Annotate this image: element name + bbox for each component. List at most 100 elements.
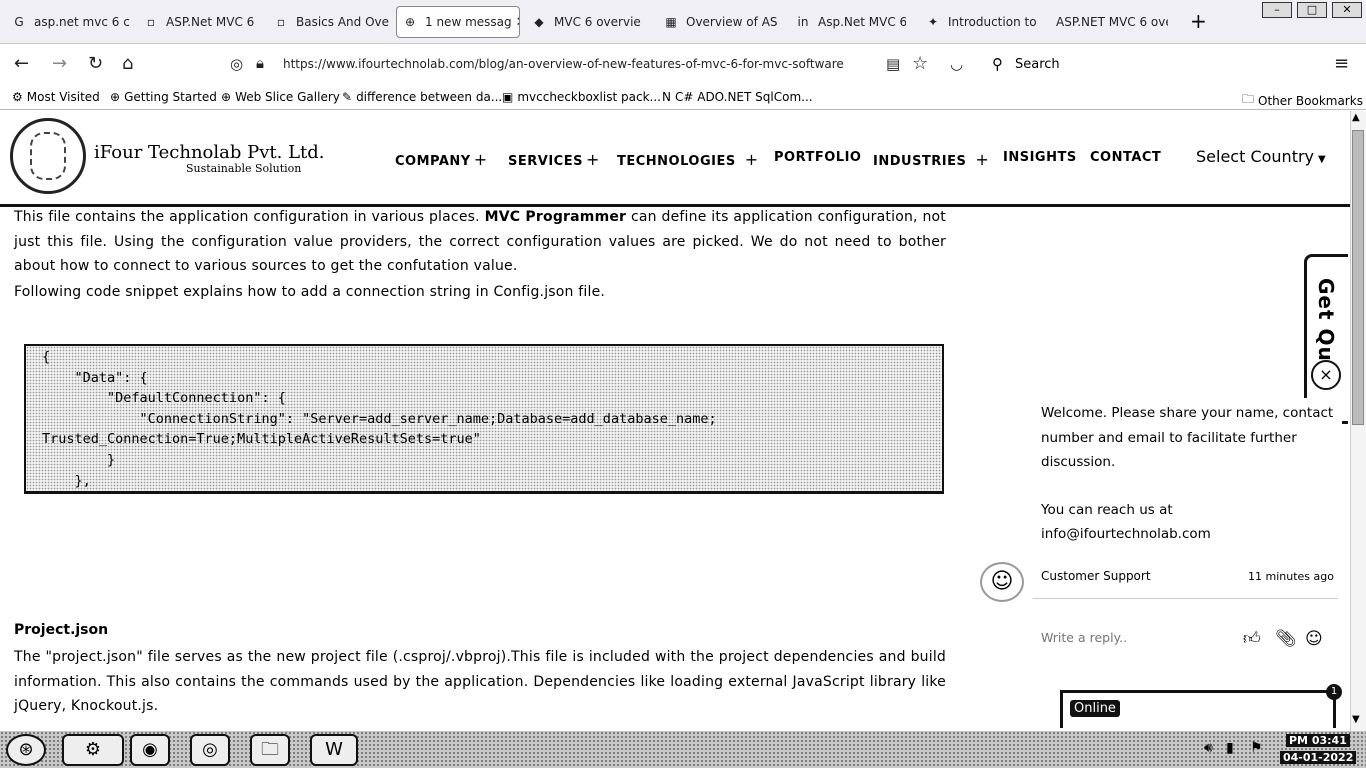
browser-tab[interactable]: ASP.NET MVC 6 ove bbox=[1056, 6, 1168, 38]
paperclip-icon[interactable]: 📎︎ bbox=[1275, 628, 1297, 650]
other-bookmarks[interactable]: 🗀︎ Other Bookmarks bbox=[1242, 90, 1363, 111]
forward-arrow-icon[interactable]: → bbox=[52, 53, 67, 75]
maximize-window-icon[interactable]: □ bbox=[1297, 2, 1327, 18]
menu-icon[interactable]: ≡ bbox=[1334, 53, 1349, 75]
home-icon[interactable]: ⌂ bbox=[122, 53, 133, 75]
plus-icon: + bbox=[975, 150, 990, 169]
linkedin-icon: in bbox=[797, 15, 809, 29]
tab-title: Overview of AS bbox=[686, 15, 778, 29]
support-avatar: ☺ bbox=[980, 562, 1024, 602]
country-select[interactable]: Select Country ▼ bbox=[1196, 147, 1326, 166]
nav-technologies[interactable]: TECHNOLOGIES + bbox=[617, 150, 759, 169]
taskbar-files-icon[interactable]: 🗀︎ bbox=[250, 734, 290, 766]
bookmark-label: Most Visited bbox=[26, 90, 100, 104]
action-center-icon[interactable]: ⚑ bbox=[1250, 740, 1263, 756]
gear-icon: ⚙ bbox=[12, 90, 23, 104]
google-icon: G bbox=[14, 15, 24, 29]
nav-contact[interactable]: CONTACT bbox=[1090, 150, 1161, 165]
nav-label: COMPANY bbox=[395, 154, 471, 169]
nav-industries[interactable]: INDUSTRIES + bbox=[873, 150, 989, 169]
bookmark-label: Web Slice Gallery bbox=[235, 90, 340, 104]
thumbs-up-icon[interactable]: 👍︎ bbox=[1243, 628, 1261, 650]
close-icon[interactable]: × bbox=[1311, 360, 1341, 390]
search-box[interactable]: Search bbox=[1015, 57, 1060, 72]
chat-message-line: discussion. bbox=[1041, 454, 1116, 470]
plus-icon: + bbox=[744, 150, 759, 169]
browser-tab-active[interactable]: ⊕ 1 new messag ✕ bbox=[396, 6, 520, 38]
browser-tab[interactable]: ▦ Overview of AS bbox=[664, 6, 778, 38]
minimize-window-icon[interactable]: – bbox=[1262, 2, 1292, 18]
nav-company[interactable]: COMPANY + bbox=[395, 150, 488, 169]
bookmark-label: C# ADO.NET SqlCom... bbox=[674, 90, 813, 104]
nav-label: PORTFOLIO bbox=[774, 150, 862, 165]
nav-label: SERVICES bbox=[508, 154, 583, 169]
site-icon: ▦ bbox=[665, 15, 677, 29]
text-span: This file contains the application confi… bbox=[14, 209, 485, 225]
bookmark-mvccheckboxlist[interactable]: ▣ mvccheckboxlist pack... bbox=[502, 90, 661, 104]
tab-title: 1 new messag bbox=[425, 15, 512, 29]
tab-title: Basics And Ove bbox=[296, 15, 390, 29]
browser-tab[interactable]: ▫ Basics And Ove bbox=[274, 6, 392, 38]
brand-name[interactable]: iFour Technolab Pvt. Ltd. bbox=[94, 142, 325, 163]
browser-tab[interactable]: in Asp.Net MVC 6 bbox=[796, 6, 906, 38]
bookmark-web-slice-gallery[interactable]: ⊕ Web Slice Gallery bbox=[221, 90, 340, 104]
scroll-up-icon[interactable]: ▲ bbox=[1352, 112, 1360, 123]
taskbar-explorer-icon[interactable]: ⚙ bbox=[62, 734, 124, 766]
browser-tab[interactable]: ◆ MVC 6 overvie bbox=[532, 6, 644, 38]
address-bar[interactable]: https://www.ifourtechnolab.com/blog/an-o… bbox=[283, 57, 863, 71]
bookmark-label: mvccheckboxlist pack... bbox=[517, 90, 661, 104]
reply-input[interactable] bbox=[1041, 630, 1231, 645]
nav-services[interactable]: SERVICES + bbox=[508, 150, 600, 169]
site-icon: ◆ bbox=[534, 15, 544, 29]
browser-tab[interactable]: ▫ ASP.Net MVC 6 bbox=[144, 6, 264, 38]
taskbar-chrome-icon[interactable]: ◎ bbox=[190, 734, 230, 766]
bookmark-csharp-ado[interactable]: N C# ADO.NET SqlCom... bbox=[662, 90, 813, 104]
battery-icon[interactable]: ▮ bbox=[1226, 740, 1234, 756]
code-line: }, bbox=[42, 473, 91, 489]
bookmark-getting-started[interactable]: ⊕ Getting Started bbox=[110, 90, 217, 104]
taskbar-clock-date[interactable]: 04-01-2022 bbox=[1280, 751, 1357, 764]
mvc-programmer-link[interactable]: MVC Programmer bbox=[485, 209, 627, 225]
globe-icon: ⊕ bbox=[221, 90, 232, 104]
bookmark-label: Getting Started bbox=[124, 90, 217, 104]
taskbar-firefox-icon[interactable]: ◉ bbox=[130, 734, 170, 766]
chat-site-icon: ⊕ bbox=[404, 15, 416, 29]
taskbar-clock-time[interactable]: PM 03:41 bbox=[1286, 734, 1350, 747]
lock-icon[interactable]: 🔒︎ bbox=[256, 52, 264, 74]
scrollbar-thumb[interactable] bbox=[1352, 130, 1364, 425]
reader-view-icon[interactable]: ▤ bbox=[886, 53, 900, 75]
bookmark-most-visited[interactable]: ⚙ Most Visited bbox=[12, 90, 100, 104]
close-window-icon[interactable]: ✕ bbox=[1332, 2, 1362, 18]
back-arrow-icon[interactable]: ← bbox=[14, 53, 29, 75]
bookmark-difference[interactable]: ✎ difference between da... bbox=[342, 90, 502, 104]
shield-icon[interactable]: ◎ bbox=[230, 53, 243, 75]
project-json-paragraph: The "project.json" file serves as the ne… bbox=[14, 649, 946, 714]
volume-icon[interactable]: 🔊︎ bbox=[1204, 740, 1213, 756]
brand-tagline: Sustainable Solution bbox=[186, 162, 302, 175]
browser-tab[interactable]: ✦ Introduction to bbox=[926, 6, 1036, 38]
bookmark-star-icon[interactable]: ☆ bbox=[912, 53, 928, 75]
emoji-icon[interactable]: ☺ bbox=[1305, 628, 1323, 650]
browser-tab[interactable]: G asp.net mvc 6 c bbox=[12, 6, 134, 38]
scroll-down-icon[interactable]: ▼ bbox=[1352, 714, 1360, 725]
message-timestamp: 11 minutes ago bbox=[1248, 570, 1334, 583]
taskbar-word-icon[interactable]: W bbox=[310, 734, 358, 766]
chat-email-link[interactable]: info@ifourtechnolab.com bbox=[1041, 522, 1211, 547]
search-icon[interactable]: ⚲ bbox=[992, 55, 1003, 73]
new-tab-button[interactable]: + bbox=[1190, 10, 1207, 32]
chat-message-line: number and email to facilitate further bbox=[1041, 430, 1297, 446]
bookmark-label: Other Bookmarks bbox=[1258, 93, 1363, 108]
nav-portfolio[interactable]: PORTFOLIO bbox=[774, 150, 861, 165]
reload-icon[interactable]: ↻ bbox=[88, 53, 103, 75]
tab-title: asp.net mvc 6 c bbox=[34, 15, 130, 29]
chat-message-line: Welcome. Please share your name, contact bbox=[1041, 405, 1334, 421]
globe-icon: ⊕ bbox=[110, 90, 121, 104]
browser-tab-bar: G asp.net mvc 6 c ▫ ASP.Net MVC 6 ▫ Basi… bbox=[0, 0, 1366, 44]
code-line: Trusted_Connection=True;MultipleActiveRe… bbox=[42, 431, 481, 447]
pocket-icon[interactable]: ◡ bbox=[950, 53, 963, 75]
tab-title: MVC 6 overvie bbox=[554, 15, 641, 29]
close-tab-icon[interactable]: ✕ bbox=[516, 15, 519, 30]
start-button-icon[interactable]: ⊛ bbox=[6, 734, 46, 766]
code-line: { bbox=[42, 349, 51, 365]
nav-insights[interactable]: INSIGHTS bbox=[1003, 150, 1077, 165]
